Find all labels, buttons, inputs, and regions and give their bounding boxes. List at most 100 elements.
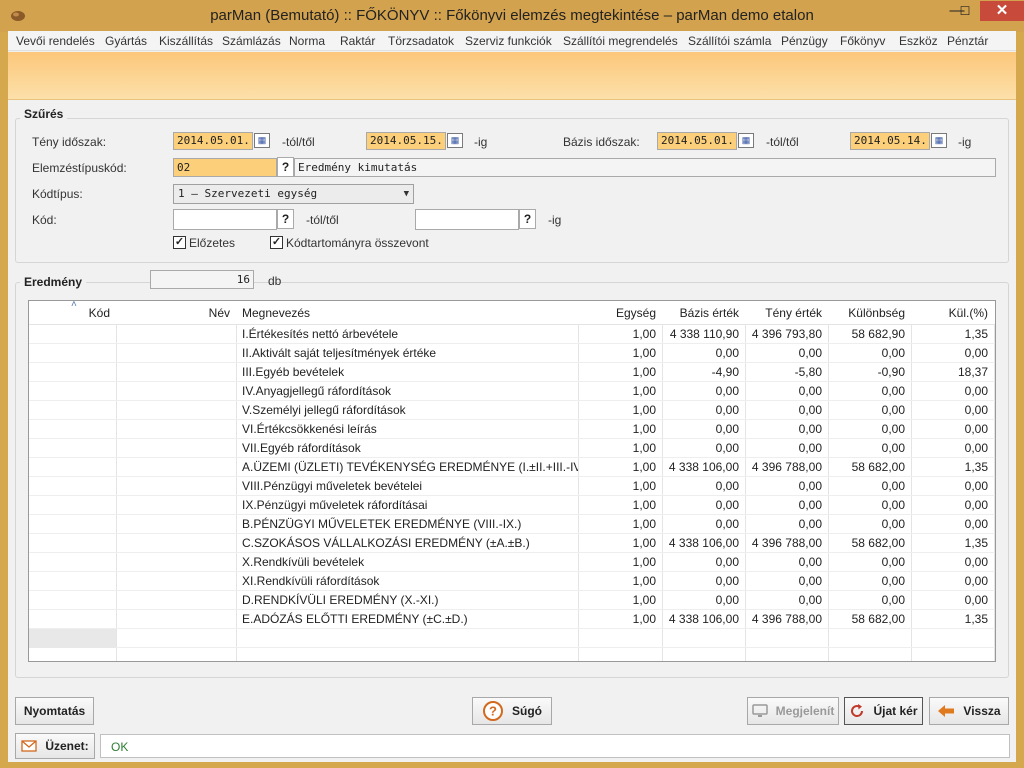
cell-kod: [29, 572, 116, 591]
table-row[interactable]: VI.Értékcsökkenési leírás 1,00 0,00 0,00 0,0…: [29, 420, 995, 439]
table-row[interactable]: D.RENDKÍVÜLI EREDMÉNY (X.-XI.) 1,00 0,00 0,…: [29, 591, 995, 610]
table-row[interactable]: B.PÉNZÜGYI MŰVELETEK EREDMÉNYE (VIII.-IX…: [29, 515, 995, 534]
cell-kod: [29, 325, 116, 344]
menu-szallitoi-szamla[interactable]: Szállítói számla: [688, 34, 771, 48]
cell-kod: [29, 401, 116, 420]
calendar-icon[interactable]: ▦: [738, 133, 754, 148]
table-row[interactable]: I.Értékesítés nettó árbevétele 1,00 4 338 …: [29, 325, 995, 344]
bazis-from-field[interactable]: 2014.05.01.: [657, 132, 737, 150]
cell-megnevezes: A.ÜZEMI (ÜZLETI) TEVÉKENYSÉG EREDMÉNYE (…: [242, 460, 578, 474]
calendar-icon[interactable]: ▦: [254, 133, 270, 148]
cell-kul-pct: 18,37: [957, 365, 988, 379]
col-nev[interactable]: Név: [116, 301, 236, 325]
teny-label: Tény időszak:: [32, 135, 107, 149]
message-button[interactable]: Üzenet:: [15, 733, 95, 759]
table-row[interactable]: IX.Pénzügyi műveletek ráfordításai 1,00 0,…: [29, 496, 995, 515]
bazis-ig-label: -ig: [958, 135, 972, 149]
menu-norma[interactable]: Norma: [289, 34, 325, 48]
elemzes-help-button[interactable]: ?: [277, 157, 294, 177]
calendar-icon[interactable]: ▦: [447, 133, 463, 148]
menu-kiszallitas[interactable]: Kiszállítás: [159, 34, 213, 48]
table-row[interactable]: A.ÜZEMI (ÜZLETI) TEVÉKENYSÉG EREDMÉNYE (…: [29, 458, 995, 477]
cell-egyseg: 1,00: [632, 536, 656, 550]
table-row[interactable]: V.Személyi jellegű ráfordítások 1,00 0,00 0…: [29, 401, 995, 420]
bazis-tol-label: -tól/től: [766, 135, 799, 149]
table-row[interactable]: II.Aktivált saját teljesítmények értéke 1…: [29, 344, 995, 363]
table-row[interactable]: VIII.Pénzügyi műveletek bevételei 1,00 0,0…: [29, 477, 995, 496]
table-row[interactable]: IV.Anyagjellegű ráfordítások 1,00 0,00 0,00…: [29, 382, 995, 401]
print-button-label: Nyomtatás: [23, 704, 86, 718]
table-row[interactable]: XI.Rendkívüli ráfordítások 1,00 0,00 0,00 0,…: [29, 572, 995, 591]
menu-raktar[interactable]: Raktár: [340, 34, 375, 48]
table-row[interactable]: X.Rendkívüli bevételek 1,00 0,00 0,00 0,00 0,…: [29, 553, 995, 572]
close-button[interactable]: ✕: [980, 1, 1024, 21]
cell-egyseg: 1,00: [632, 574, 656, 588]
col-kod[interactable]: Kód: [29, 301, 116, 325]
cell-kulonbseg: 0,00: [881, 498, 905, 512]
col-kul-pct[interactable]: Kül.(%): [911, 301, 994, 325]
col-teny[interactable]: Tény érték: [745, 301, 828, 325]
cell-bazis: 0,00: [715, 346, 739, 360]
table-row[interactable]: E.ADÓZÁS ELŐTTI EREDMÉNY (±C.±D.) 1,00 4 3…: [29, 610, 995, 629]
col-megnevezes[interactable]: Megnevezés: [236, 301, 578, 325]
refresh-button-label: Újat kér: [873, 704, 918, 718]
kod-to-field[interactable]: [415, 209, 519, 230]
menu-vevoi-rendeles[interactable]: Vevői rendelés: [16, 34, 95, 48]
table-row[interactable]: VII.Egyéb ráfordítások 1,00 0,00 0,00 0,00 0,…: [29, 439, 995, 458]
back-button[interactable]: Vissza: [929, 697, 1009, 725]
cell-nev: [116, 420, 236, 439]
menu-szamlazas[interactable]: Számlázás: [222, 34, 281, 48]
table-row[interactable]: C.SZOKÁSOS VÁLLALKOZÁSI EREDMÉNY (±A.±B.…: [29, 534, 995, 553]
cell-megnevezes: I.Értékesítés nettó árbevétele: [242, 327, 399, 341]
cell-bazis: 0,00: [715, 498, 739, 512]
cell-nev: [116, 515, 236, 534]
cell-kulonbseg: 0,00: [881, 574, 905, 588]
osszevont-checkbox[interactable]: ✓: [270, 236, 283, 249]
col-bazis[interactable]: Bázis érték: [662, 301, 745, 325]
cell-kod: [29, 363, 116, 382]
kod-from-help-button[interactable]: ?: [277, 209, 294, 229]
cell-nev: [116, 534, 236, 553]
cell-kulonbseg: 0,00: [881, 384, 905, 398]
refresh-button[interactable]: Újat kér: [844, 697, 923, 725]
cell-teny: 0,00: [798, 574, 822, 588]
help-button[interactable]: ? Súgó: [472, 697, 552, 725]
cell-bazis: 4 338 106,00: [668, 612, 739, 626]
menu-penzugy[interactable]: Pénzügy: [781, 34, 828, 48]
teny-from-field[interactable]: 2014.05.01.: [173, 132, 253, 150]
display-button[interactable]: Megjelenít: [747, 697, 839, 725]
cell-kul-pct: 0,00: [964, 422, 988, 436]
menu-penztar[interactable]: Pénztár: [947, 34, 988, 48]
cell-kul-pct: 1,35: [964, 460, 988, 474]
menu-eszkoz[interactable]: Eszköz: [899, 34, 938, 48]
empty-row: [29, 648, 995, 661]
cell-nev: [116, 344, 236, 363]
cell-kul-pct: 0,00: [964, 384, 988, 398]
col-egyseg[interactable]: Egység: [578, 301, 662, 325]
menu-gyartas[interactable]: Gyártás: [105, 34, 147, 48]
result-table[interactable]: ˄ Kód Név Megnevezés Egység Bázis érték …: [28, 300, 996, 662]
elemzes-code-field[interactable]: 02: [173, 158, 277, 177]
elozetes-checkbox[interactable]: ✓: [173, 236, 186, 249]
cell-kulonbseg: 0,00: [881, 346, 905, 360]
cell-kod: [29, 591, 116, 610]
teny-to-field[interactable]: 2014.05.15.: [366, 132, 446, 150]
menu-szallitoi-megrendeles[interactable]: Szállítói megrendelés: [563, 34, 678, 48]
bazis-to-field[interactable]: 2014.05.14.: [850, 132, 930, 150]
print-button[interactable]: Nyomtatás: [15, 697, 94, 725]
maximize-button[interactable]: ☐: [952, 1, 978, 21]
menu-fokonyv[interactable]: Főkönyv: [840, 34, 885, 48]
elozetes-label: Előzetes: [189, 236, 236, 250]
col-kulonbseg[interactable]: Különbség: [828, 301, 911, 325]
back-button-label: Vissza: [963, 704, 1001, 718]
cell-nev: [116, 572, 236, 591]
table-row[interactable]: III.Egyéb bevételek 1,00 -4,90 -5,80 -0,90 18…: [29, 363, 995, 382]
menu-szerviz-funkciok[interactable]: Szerviz funkciók: [465, 34, 552, 48]
kodtipus-select[interactable]: 1 – Szervezeti egység ▼: [173, 184, 414, 204]
menu-torzsadatok[interactable]: Törzsadatok: [388, 34, 454, 48]
calendar-icon[interactable]: ▦: [931, 133, 947, 148]
cell-teny: 0,00: [798, 441, 822, 455]
kod-from-field[interactable]: [173, 209, 277, 230]
kod-to-help-button[interactable]: ?: [519, 209, 536, 229]
empty-cell: [29, 629, 116, 648]
